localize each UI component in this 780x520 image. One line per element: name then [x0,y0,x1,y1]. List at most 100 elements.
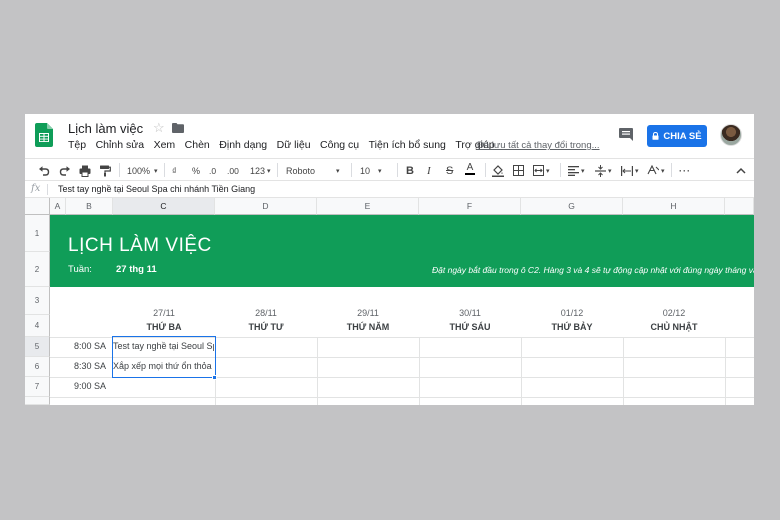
column-header-e[interactable]: E [317,198,419,215]
chevron-down-icon: ▾ [546,167,550,175]
time-slot[interactable]: 8:30 SA [50,361,110,371]
italic-button[interactable]: I [427,163,431,178]
row-header-3[interactable]: 3 [25,287,50,315]
menu-view[interactable]: Xem [154,139,176,151]
time-slot[interactable]: 8:00 SA [50,341,110,351]
paint-format-icon[interactable] [99,163,111,178]
chevron-down-icon: ▾ [336,167,340,175]
column-header-b[interactable]: B [66,198,113,215]
percent-format-button[interactable]: % [192,163,200,178]
header: Lịch làm việc ☆ Tệp Chỉnh sửa Xem Chèn Đ… [25,114,754,158]
row-header-6[interactable]: 6 [25,357,50,377]
column-header-h[interactable]: H [623,198,725,215]
menu-file[interactable]: Tệp [68,139,86,151]
grid-line [419,337,420,405]
week-start-cell[interactable]: 27 thg 11 [116,264,157,275]
day-name: THỨ SÁU [449,322,491,332]
comment-icon[interactable] [619,128,633,141]
grid-line [521,337,522,405]
toolbar-separator [119,163,120,177]
more-formats-select[interactable]: 123 ▾ [250,163,271,178]
fill-color-icon[interactable] [492,163,504,178]
collapse-toolbar-icon[interactable] [736,163,746,178]
column-header-a[interactable]: A [50,198,66,215]
text-color-button[interactable]: A [465,163,475,178]
font-size-select[interactable]: 10 ▾ [360,163,382,178]
day-date: 01/12 [560,308,584,318]
menu-edit[interactable]: Chỉnh sửa [96,139,144,151]
row-header-5[interactable]: 5 [25,337,50,357]
formula-separator [47,184,48,195]
redo-icon[interactable] [59,163,71,178]
row-header-7[interactable]: 7 [25,377,50,397]
menu-data[interactable]: Dữ liệu [277,139,311,151]
menu-format[interactable]: Định dạng [219,139,267,151]
grid-line [725,337,726,405]
menu-insert[interactable]: Chèn [185,139,210,151]
horizontal-align-icon[interactable]: ▾ [568,163,585,178]
toolbar-separator [351,163,352,177]
menu-addons[interactable]: Tiện ích bổ sung [369,139,446,151]
text-rotation-icon[interactable]: ▾ [647,163,665,178]
more-tools-button[interactable]: ··· [679,163,691,178]
row-header-1[interactable]: 1 [25,215,50,252]
avatar[interactable] [720,124,742,146]
zoom-value: 100% [127,165,151,176]
print-icon[interactable] [79,163,91,178]
zoom-select[interactable]: 100% ▾ [127,163,158,178]
week-label: Tuần: [68,264,92,275]
folder-icon[interactable] [172,123,184,133]
fx-icon: fx [31,183,41,194]
day-date: 28/11 [255,308,277,318]
column-header-next[interactable] [725,198,754,215]
text-wrapping-icon[interactable]: ▾ [621,163,639,178]
sheets-window: Lịch làm việc ☆ Tệp Chỉnh sửa Xem Chèn Đ… [25,114,754,405]
fill-handle[interactable] [212,375,217,380]
increase-decimal-button[interactable]: .00 [227,163,239,178]
banner-title: LỊCH LÀM VIỆC [68,235,212,256]
vertical-align-icon[interactable]: ▾ [595,163,612,178]
decrease-decimal-button[interactable]: .0 [209,163,216,178]
menu-tools[interactable]: Công cụ [320,139,359,151]
day-name: THỨ TƯ [248,322,284,332]
borders-icon[interactable] [513,163,524,178]
row-header-8[interactable] [25,397,50,405]
sheets-logo-icon[interactable] [35,123,53,147]
chevron-down-icon: ▾ [378,167,382,175]
select-all-corner[interactable] [25,198,50,215]
save-status-link[interactable]: Đã lưu tất cả thay đổi trong... [477,140,600,151]
grid-line [623,337,624,405]
column-header-g[interactable]: G [521,198,623,215]
day-name: THỨ NĂM [346,322,390,332]
day-name: THỨ BẢY [551,322,593,332]
row-header-2[interactable]: 2 [25,252,50,287]
font-select[interactable]: Roboto ▾ [286,163,340,178]
undo-icon[interactable] [38,163,50,178]
star-icon[interactable]: ☆ [153,121,165,135]
row-header-4[interactable]: 4 [25,315,50,337]
merge-cells-icon[interactable]: ▾ [533,163,550,178]
currency-format-button[interactable]: ₫ [172,163,177,178]
chevron-down-icon: ▾ [608,167,612,175]
time-slot[interactable]: 9:00 SA [50,381,110,391]
day-date: 02/12 [662,308,686,318]
strikethrough-button[interactable]: S [446,163,453,178]
chevron-down-icon: ▾ [267,167,271,175]
text-color-letter: A [466,162,474,173]
document-title[interactable]: Lịch làm việc [68,121,143,136]
column-header-c[interactable]: C [113,198,215,215]
toolbar-separator [397,163,398,177]
share-button[interactable]: CHIA SẺ [647,125,707,147]
bold-button[interactable]: B [406,163,414,178]
day-name: CHỦ NHẬT [650,322,698,332]
toolbar-separator [164,163,165,177]
column-header-f[interactable]: F [419,198,521,215]
chevron-down-icon: ▾ [581,167,585,175]
formula-bar: fx Test tay nghề tại Seoul Spa chi nhánh… [25,181,754,198]
banner-instruction: Đặt ngày bắt đầu trong ô C2. Hàng 3 và 4… [432,265,754,275]
cell-selection[interactable] [112,336,216,378]
column-header-d[interactable]: D [215,198,317,215]
toolbar-separator [277,163,278,177]
formula-input[interactable]: Test tay nghề tại Seoul Spa chi nhánh Ti… [58,184,255,194]
day-date: 27/11 [153,308,175,318]
